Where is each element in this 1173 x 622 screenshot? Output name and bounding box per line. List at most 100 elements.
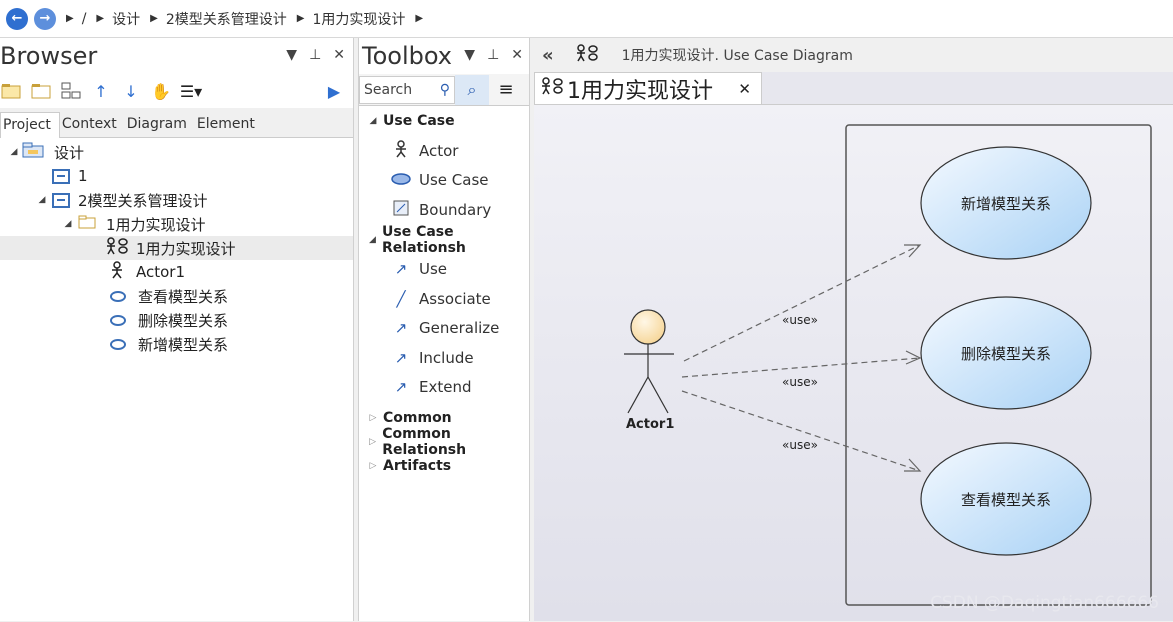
collapse-icon: ◢ xyxy=(369,234,376,245)
actor-icon xyxy=(391,140,411,162)
chevron-right-icon: ▶ xyxy=(150,13,158,24)
tree-item[interactable]: 新增模型关系 xyxy=(0,332,353,356)
diagram-header-label: 1用力实现设计. Use Case Diagram xyxy=(621,48,853,64)
item-label: Use Case xyxy=(419,171,489,190)
item-label: Include xyxy=(419,348,474,367)
tree-item[interactable]: Actor1 xyxy=(0,260,353,284)
arrow-down-icon[interactable]: ↓ xyxy=(120,80,142,102)
chevron-right-icon: ▶ xyxy=(296,13,305,24)
chevron-right-icon: ▶ xyxy=(415,13,424,24)
group-label: Common xyxy=(383,410,452,426)
watermark: CSDN @Daqingtian666666 xyxy=(930,593,1159,613)
use-case-icon xyxy=(110,314,126,326)
arrow-head xyxy=(905,350,922,365)
use-arrow-icon: ↗ xyxy=(394,260,408,279)
hierarchy-icon[interactable] xyxy=(60,80,82,102)
tree-item-label: 1用力实现设计 xyxy=(106,215,206,234)
diagram-header: « 1用力实现设计. Use Case Diagram xyxy=(534,38,1173,72)
toolbox-item-extend[interactable]: ↗ Extend xyxy=(359,373,529,403)
expand-icon[interactable]: ◢ xyxy=(36,195,48,205)
item-label: Actor xyxy=(419,141,459,160)
toolbox-item-use[interactable]: ↗ Use xyxy=(359,255,529,285)
arrow-up-icon[interactable]: ↑ xyxy=(90,80,112,102)
new-package-icon[interactable] xyxy=(0,80,22,102)
menu-icon[interactable]: ≡ xyxy=(489,79,523,100)
actor-figure[interactable] xyxy=(624,309,674,414)
close-icon[interactable]: ✕ xyxy=(738,80,751,98)
breadcrumb-item[interactable]: 1用力实现设计 xyxy=(312,9,405,29)
pin-icon[interactable]: ⊥ xyxy=(309,47,321,63)
group-label: Use Case Relationsh xyxy=(382,223,466,256)
expand-icon: ▷ xyxy=(369,413,377,423)
breadcrumb-root[interactable]: / xyxy=(82,11,87,27)
tab-element[interactable]: Element xyxy=(195,112,263,137)
collapse-panels-icon[interactable]: « xyxy=(542,45,554,66)
arrow-head xyxy=(904,244,922,258)
breadcrumb-item[interactable]: 设计 xyxy=(112,9,140,29)
pin-icon[interactable]: ⊥ xyxy=(487,47,499,63)
tree-item[interactable]: 查看模型关系 xyxy=(0,284,353,308)
tree-item-label: 1 xyxy=(78,167,88,185)
toolbox-item-use-case[interactable]: Use Case xyxy=(359,166,529,196)
group-label: Common Relationsh xyxy=(382,426,467,458)
back-button[interactable]: ← xyxy=(6,7,28,30)
group-label: Use Case xyxy=(383,113,455,129)
use-case-icon xyxy=(391,171,411,189)
toolbox-group-relationships[interactable]: ◢ Use Case Relationsh xyxy=(359,223,529,256)
search-icon[interactable]: ⚲ xyxy=(440,82,450,98)
toolbox-item-include[interactable]: ↗ Include xyxy=(359,343,529,373)
diagram-tab-label: 1用力实现设计 xyxy=(567,78,713,104)
diagram-area: « 1用力实现设计. Use Case Diagram 1用力实现设计 ✕ Ac… xyxy=(534,38,1173,621)
item-label: Boundary xyxy=(419,200,492,219)
model-icon xyxy=(52,192,70,208)
project-tree: ◢ 设计 1 ◢ 2模型关系管理设计 ◢ 1用力实现设计 1用力实现设计 Act… xyxy=(0,138,353,356)
dropdown-icon[interactable]: ▼ xyxy=(464,47,475,63)
tree-item-label: 新增模型关系 xyxy=(138,335,229,354)
use-case-icon xyxy=(110,338,126,350)
chevron-right-icon: ▶ xyxy=(96,13,105,24)
folder-icon[interactable] xyxy=(30,80,52,102)
generalize-arrow-icon: ↗ xyxy=(394,319,408,338)
tree-item[interactable]: 1用力实现设计 xyxy=(0,236,353,260)
toolbox-item-associate[interactable]: ╱ Associate xyxy=(359,284,529,314)
tree-item[interactable]: 删除模型关系 xyxy=(0,308,353,332)
tree-item-label: Actor1 xyxy=(136,263,186,281)
toolbox-item-boundary[interactable]: Boundary xyxy=(359,195,529,225)
toolbox-item-generalize[interactable]: ↗ Generalize xyxy=(359,314,529,344)
arrow-head xyxy=(904,458,922,472)
search-placeholder: Search xyxy=(364,81,413,98)
tab-project[interactable]: Project xyxy=(0,112,60,138)
close-icon[interactable]: ✕ xyxy=(511,47,523,63)
diagram-canvas[interactable]: Actor1 新增模型关系 删除模型关系 查看模型关系 «use» «use» … xyxy=(534,104,1173,621)
tab-context[interactable]: Context xyxy=(60,112,125,137)
tree-item[interactable]: ◢ 2模型关系管理设计 xyxy=(0,188,353,212)
tree-item[interactable]: ◢ 1用力实现设计 xyxy=(0,212,353,236)
tree-item[interactable]: 1 xyxy=(0,164,353,188)
use-case-label: 查看模型关系 xyxy=(960,491,1051,509)
close-icon[interactable]: ✕ xyxy=(333,47,345,63)
toolbox-item-actor[interactable]: Actor xyxy=(359,136,529,166)
play-icon[interactable]: ▶ xyxy=(323,80,345,102)
expand-icon[interactable]: ◢ xyxy=(8,147,20,157)
browser-panel: Browser ▼ ⊥ ✕ ↑ ↓ ✋ ☰▾ ▶ Project Context… xyxy=(0,38,354,621)
tab-diagram[interactable]: Diagram xyxy=(125,112,195,137)
toolbox-group-use-case[interactable]: ◢ Use Case xyxy=(359,106,529,136)
item-label: Generalize xyxy=(419,319,500,338)
forward-button[interactable]: → xyxy=(34,7,56,30)
find-icon[interactable]: ⌕ xyxy=(455,74,489,105)
search-input[interactable]: Search ⚲ xyxy=(359,75,455,104)
tree-item[interactable]: ◢ 设计 xyxy=(0,140,353,164)
connector-label: «use» xyxy=(782,438,818,452)
connector-label: «use» xyxy=(782,313,818,327)
breadcrumb-item[interactable]: 2模型关系管理设计 xyxy=(166,9,287,29)
expand-icon[interactable]: ◢ xyxy=(62,219,74,229)
dropdown-icon[interactable]: ▼ xyxy=(286,47,297,63)
locate-icon[interactable]: ✋ xyxy=(150,80,172,102)
diagram-tab[interactable]: 1用力实现设计 ✕ xyxy=(534,72,762,104)
tree-item-label: 2模型关系管理设计 xyxy=(78,191,208,210)
menu-icon[interactable]: ☰▾ xyxy=(180,80,202,102)
browser-toolbar: ↑ ↓ ✋ ☰▾ ▶ xyxy=(0,74,353,108)
toolbox-group-common-relationships[interactable]: ▷ Common Relationsh xyxy=(359,426,529,458)
use-connector[interactable] xyxy=(681,390,921,472)
use-connector[interactable] xyxy=(683,244,921,362)
